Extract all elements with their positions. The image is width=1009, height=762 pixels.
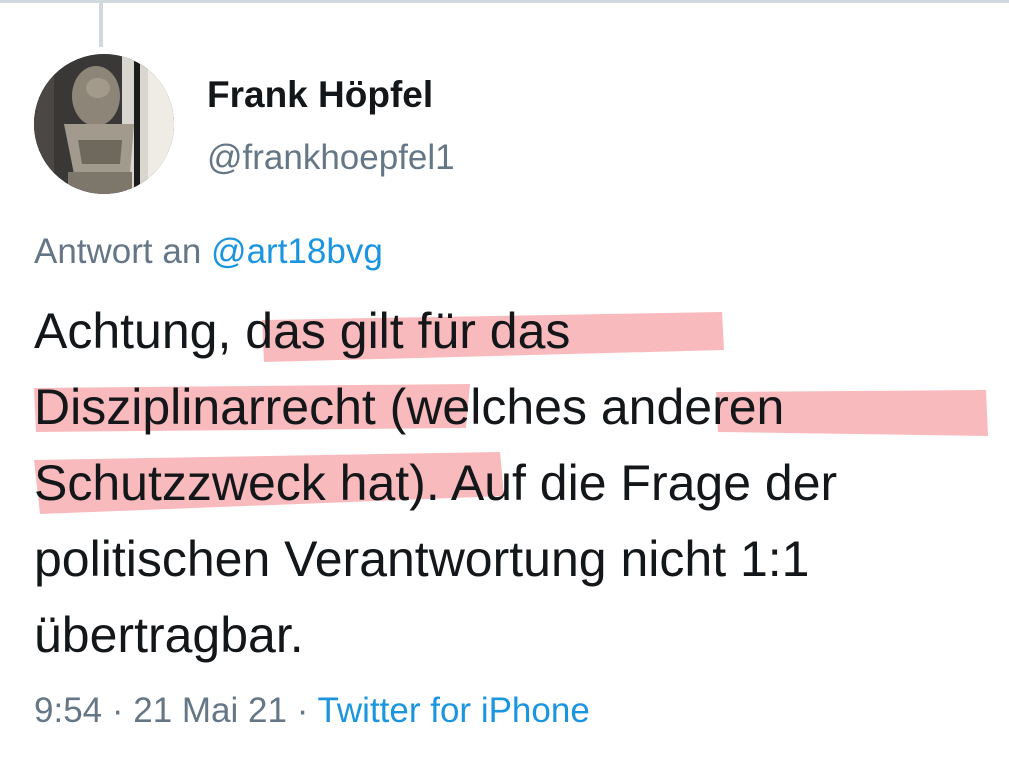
tweet-text: Achtung, das gilt für das Disziplinarrec… xyxy=(34,293,1004,673)
meta-separator: · xyxy=(111,691,124,730)
tweet-line: politischen Verantwortung nicht 1:1 xyxy=(34,531,810,587)
tweet-source-link[interactable]: Twitter for iPhone xyxy=(317,691,589,730)
tweet-date[interactable]: 21 Mai 21 xyxy=(133,691,287,730)
tweet-line: Achtung, das gilt für das xyxy=(34,303,571,359)
tweet-time[interactable]: 9:54 xyxy=(34,691,102,730)
tweet-line: Schutzzweck hat). Auf die Frage der xyxy=(34,455,838,511)
tweet-line: Disziplinarrecht (welches anderen xyxy=(34,379,785,435)
tweet-line: übertragbar. xyxy=(34,607,304,663)
meta-separator: · xyxy=(296,691,309,730)
tweet-meta: 9:54 · 21 Mai 21 · Twitter for iPhone xyxy=(34,691,590,731)
